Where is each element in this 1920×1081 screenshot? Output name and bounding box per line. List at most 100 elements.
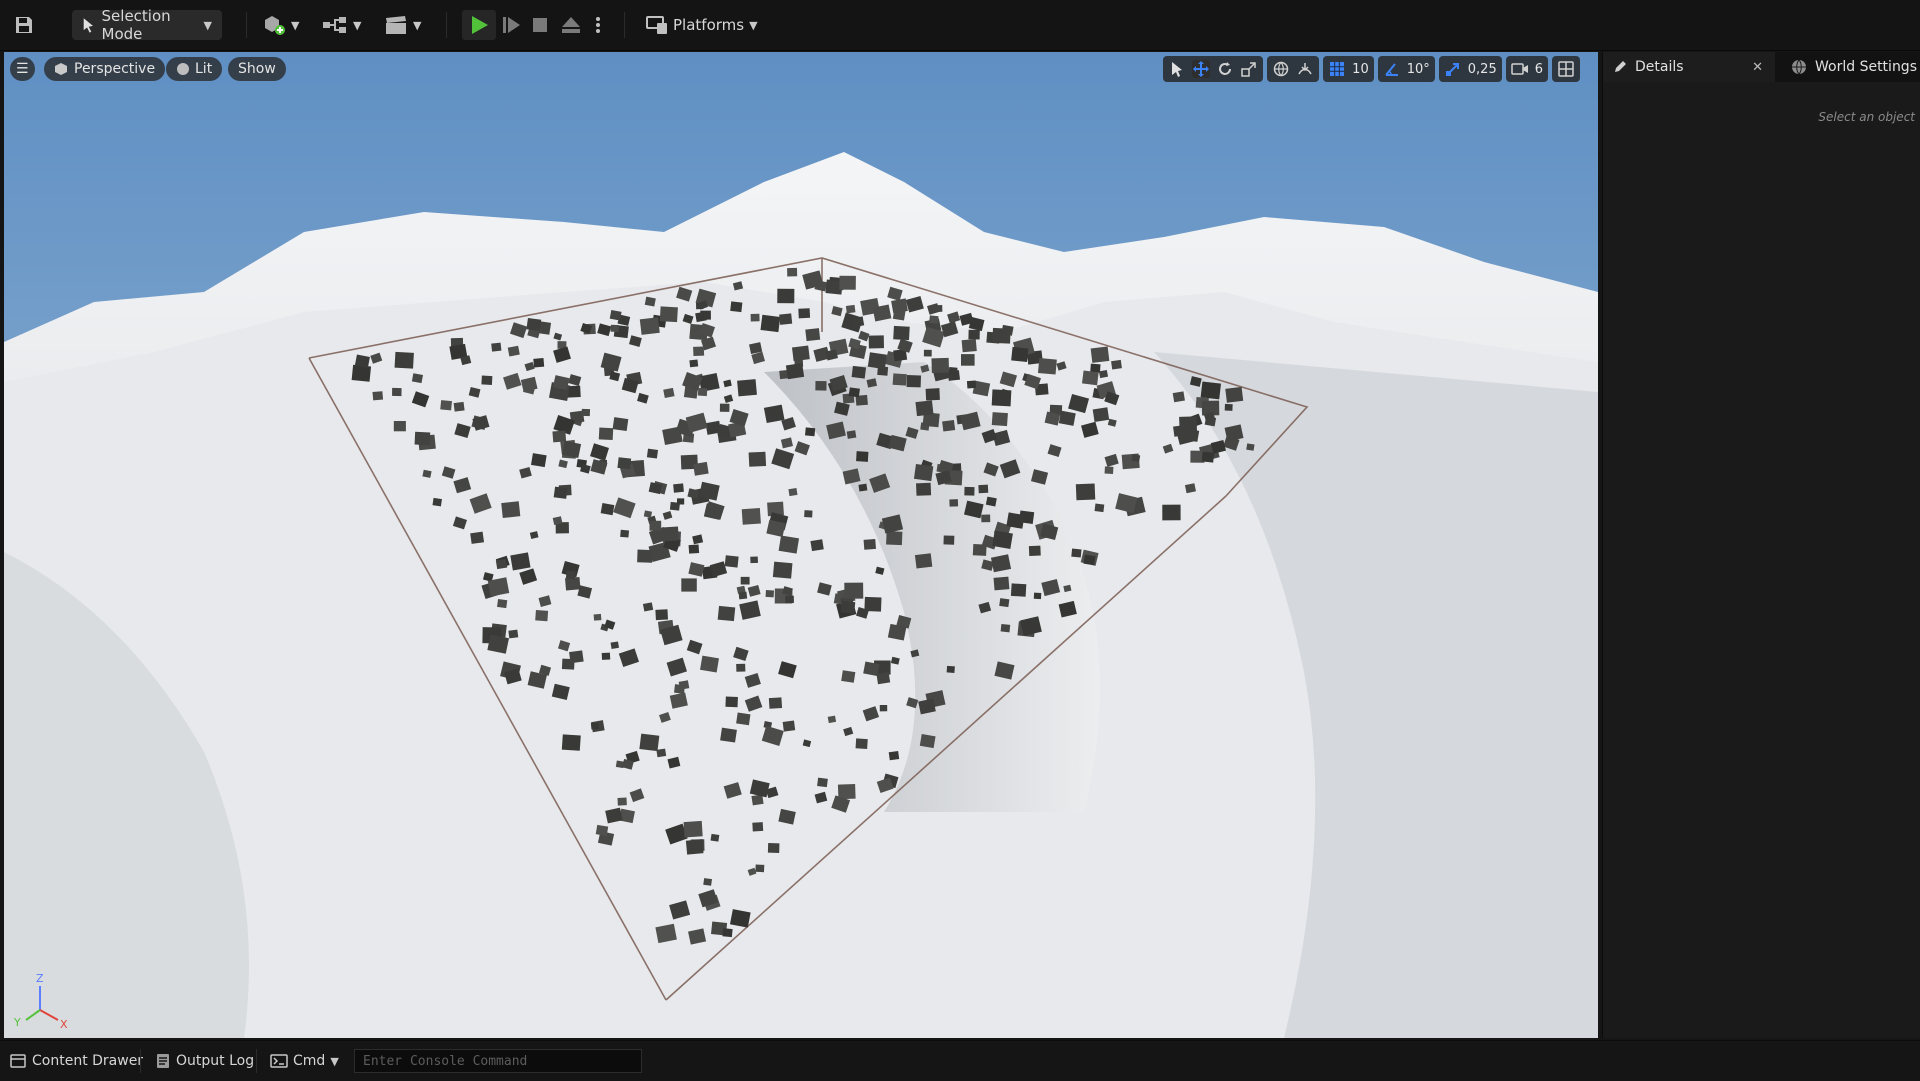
play-button[interactable] bbox=[462, 10, 496, 40]
scatter-cube bbox=[649, 520, 662, 531]
divider bbox=[140, 1049, 141, 1073]
stop-button[interactable] bbox=[530, 10, 550, 40]
scatter-cube bbox=[531, 453, 547, 468]
select-tool-icon[interactable] bbox=[1168, 60, 1186, 78]
save-button[interactable] bbox=[14, 10, 34, 40]
play-options-button[interactable] bbox=[594, 10, 602, 40]
selection-mode-dropdown[interactable]: Selection Mode ▼ bbox=[72, 7, 222, 43]
scatter-cube bbox=[852, 316, 865, 328]
scatter-cube bbox=[992, 327, 1011, 344]
tab-details[interactable]: Details ✕ bbox=[1603, 52, 1775, 82]
scatter-cube bbox=[879, 704, 888, 712]
eject-icon bbox=[562, 17, 580, 33]
scatter-cube bbox=[481, 375, 493, 385]
show-button[interactable]: Show bbox=[228, 57, 286, 81]
terminal-icon bbox=[270, 1054, 288, 1068]
scatter-cube bbox=[923, 349, 932, 357]
scatter-cube bbox=[925, 388, 940, 401]
tab-world-settings[interactable]: World Settings bbox=[1783, 52, 1917, 82]
scatter-cube bbox=[510, 552, 531, 571]
scatter-cube bbox=[929, 315, 939, 324]
divider bbox=[246, 12, 247, 38]
output-log-label: Output Log bbox=[176, 1053, 255, 1069]
perspective-button[interactable]: Perspective bbox=[44, 57, 166, 81]
scatter-cube bbox=[961, 354, 975, 366]
scatter-cube bbox=[552, 430, 567, 443]
scatter-cube bbox=[768, 697, 783, 709]
scatter-cube bbox=[817, 777, 828, 788]
perspective-label: Perspective bbox=[74, 61, 156, 77]
viewport-layout-button[interactable] bbox=[1552, 56, 1580, 82]
globe-icon bbox=[1792, 59, 1806, 75]
scatter-cube bbox=[392, 387, 402, 397]
scatter-cube bbox=[736, 712, 751, 726]
scatter-cube bbox=[394, 351, 414, 369]
lit-label: Lit bbox=[195, 61, 213, 77]
scatter-cube bbox=[617, 457, 632, 470]
divider bbox=[446, 12, 447, 38]
scatter-cube bbox=[695, 311, 707, 323]
scatter-cube bbox=[693, 461, 709, 476]
scatter-cube bbox=[720, 727, 737, 743]
scatter-cube bbox=[685, 839, 704, 855]
layout-grid-icon bbox=[1557, 60, 1575, 78]
chevron-down-icon: ▼ bbox=[203, 18, 212, 32]
scatter-cube bbox=[501, 501, 521, 519]
scatter-cube bbox=[676, 498, 685, 505]
camera-icon bbox=[1510, 60, 1529, 78]
scatter-cube bbox=[724, 555, 739, 568]
scatter-cube bbox=[1172, 391, 1185, 403]
scatter-cube bbox=[841, 670, 856, 683]
scatter-cube bbox=[659, 306, 678, 323]
scale-tool-icon[interactable] bbox=[1240, 60, 1258, 78]
scatter-cube bbox=[972, 543, 987, 556]
scatter-cube bbox=[948, 367, 958, 375]
grid-snap-toggle[interactable]: 10 bbox=[1323, 56, 1374, 82]
scatter-cube bbox=[961, 339, 977, 353]
scatter-cube bbox=[553, 486, 568, 499]
translate-tool-icon[interactable] bbox=[1192, 60, 1211, 78]
eject-button[interactable] bbox=[560, 10, 582, 40]
scatter-cube bbox=[1131, 454, 1141, 462]
output-log-button[interactable]: Output Log bbox=[156, 1049, 254, 1073]
scatter-cube bbox=[846, 430, 857, 439]
scatter-cube bbox=[414, 431, 431, 446]
console-command-input[interactable] bbox=[354, 1049, 642, 1073]
rotate-tool-icon[interactable] bbox=[1216, 60, 1234, 78]
scatter-cube bbox=[1201, 451, 1215, 463]
platforms-dropdown[interactable]: Platforms ▼ bbox=[646, 10, 758, 40]
camera-speed-button[interactable]: 6 bbox=[1505, 56, 1548, 82]
scatter-cube bbox=[717, 605, 736, 622]
blueprint-button[interactable]: ▼ bbox=[322, 10, 361, 40]
cmd-dropdown[interactable]: Cmd ▼ bbox=[270, 1049, 339, 1073]
scatter-cube bbox=[1094, 503, 1105, 513]
scatter-cube bbox=[750, 556, 759, 564]
camera-speed-value: 6 bbox=[1534, 61, 1543, 77]
add-actor-button[interactable]: ▼ bbox=[262, 10, 299, 40]
scatter-cube bbox=[750, 313, 760, 322]
content-drawer-button[interactable]: Content Drawer bbox=[10, 1049, 143, 1073]
surface-snap-icon[interactable] bbox=[1296, 60, 1314, 78]
rotation-snap-value: 10° bbox=[1406, 61, 1430, 77]
viewport-menu-button[interactable]: ☰ bbox=[10, 57, 35, 81]
scatter-cube bbox=[393, 421, 406, 432]
advance-frame-button[interactable] bbox=[500, 10, 522, 40]
scatter-cube bbox=[491, 342, 502, 352]
lit-button[interactable]: Lit bbox=[166, 57, 223, 81]
rotation-snap-toggle[interactable]: 10° bbox=[1377, 56, 1435, 82]
scatter-cube bbox=[722, 928, 733, 938]
scatter-cube bbox=[700, 655, 719, 673]
scatter-cube bbox=[779, 313, 793, 325]
scatter-cube bbox=[1224, 403, 1233, 411]
scatter-cube bbox=[432, 497, 442, 507]
cinematics-button[interactable]: ▼ bbox=[384, 10, 421, 40]
close-icon[interactable]: ✕ bbox=[1752, 60, 1763, 75]
level-viewport[interactable]: Z Y X ☰ Perspective Lit Show 10 10° 0,25… bbox=[4, 52, 1598, 1038]
globe-icon[interactable] bbox=[1272, 60, 1290, 78]
scatter-cube bbox=[856, 451, 869, 462]
scatter-cube bbox=[1028, 545, 1041, 556]
scatter-cube bbox=[837, 784, 856, 800]
grid-icon bbox=[1328, 60, 1346, 78]
scale-snap-toggle[interactable]: 0,25 bbox=[1438, 56, 1502, 82]
platforms-label: Platforms bbox=[673, 16, 745, 34]
